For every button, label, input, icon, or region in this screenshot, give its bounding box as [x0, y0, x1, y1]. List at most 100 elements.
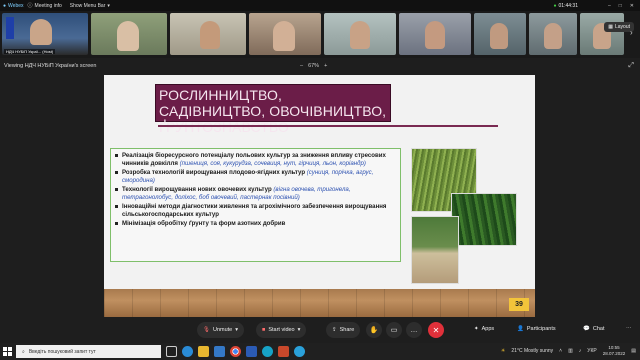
apps-button[interactable]: ✦ Apps [474, 326, 494, 332]
edge-icon[interactable] [182, 346, 193, 357]
bullet-item: Реалізація біоресурсного потенціалу поль… [115, 152, 396, 168]
participant-tile[interactable] [91, 13, 167, 55]
file-explorer-icon[interactable] [198, 346, 209, 357]
app-topbar: ● Webex ⓘ Meeting info Show Menu Bar ▾ ●… [0, 0, 640, 11]
weather-label[interactable]: 21°C Mostly sunny [511, 348, 553, 354]
share-button[interactable]: ⇪ Share [326, 322, 361, 338]
chat-icon: 💬 [583, 326, 590, 332]
window-controls: – □ ✕ [608, 3, 634, 9]
webex-window: ● Webex ⓘ Meeting info Show Menu Bar ▾ ●… [0, 0, 640, 360]
participant-tile[interactable] [399, 13, 471, 55]
flag-decoration [6, 17, 14, 39]
show-menu-bar-button[interactable]: Show Menu Bar ▾ [70, 3, 110, 9]
more-icon[interactable]: ⋯ [626, 326, 632, 332]
chevron-down-icon: ▾ [235, 327, 239, 333]
bullet-marker-icon [115, 170, 118, 174]
network-icon[interactable]: ▥ [568, 348, 573, 354]
windows-taskbar: ⌕ Введіть пошуковий запит тут ☀ 21°C Mos… [0, 343, 640, 360]
system-tray: ☀ 21°C Mostly sunny ˄ ▥ ♪ УКР 10:55 28.0… [501, 345, 636, 357]
sharing-bar: Viewing НДЧ НУБіП України's screen – 67%… [0, 58, 640, 74]
participant-video [273, 21, 295, 51]
taskbar-search-input[interactable]: ⌕ Введіть пошуковий запит тут [16, 345, 161, 358]
close-icon[interactable]: ✕ [630, 3, 634, 9]
bullet-item: Мінімізація обробітку ґрунту та форм азо… [115, 220, 396, 228]
participant-video [490, 23, 508, 49]
start-video-button[interactable]: ■ Start video ▾ [256, 322, 307, 338]
participant-video [30, 19, 52, 45]
chevron-down-icon: ▾ [297, 327, 301, 333]
slide-page-number: 39 [509, 298, 529, 311]
maximize-icon[interactable]: □ [619, 3, 622, 9]
participant-video [544, 23, 562, 49]
webex-logo[interactable]: ● Webex [3, 3, 24, 9]
meeting-info-button[interactable]: ⓘ Meeting info [27, 2, 62, 10]
apps-icon: ✦ [474, 326, 479, 332]
taskbar-clock[interactable]: 10:55 28.07.2022 [603, 345, 626, 357]
reactions-button[interactable]: ✋ [366, 322, 382, 338]
participant-tile[interactable]: НДЧ НУБіП Украї... (Host) [2, 13, 88, 55]
participant-video [350, 21, 370, 49]
chevron-down-icon: ▾ [107, 2, 110, 9]
root-vegetable-photo [411, 216, 459, 284]
store-icon[interactable] [214, 346, 225, 357]
participants-icon: 👤 [517, 326, 524, 332]
slide-floor-decoration [104, 289, 535, 317]
participant-tile[interactable] [580, 13, 624, 55]
task-view-icon[interactable] [166, 346, 177, 357]
chrome-icon[interactable] [230, 346, 241, 357]
participant-tile[interactable] [474, 13, 526, 55]
bullet-marker-icon [115, 154, 118, 157]
participant-tile[interactable] [529, 13, 577, 55]
viewing-label: Viewing НДЧ НУБіП України's screen [4, 63, 97, 69]
participants-button[interactable]: 👤 Participants [517, 326, 556, 332]
more-options-button[interactable]: … [406, 322, 422, 338]
windows-start-icon[interactable] [3, 347, 12, 356]
bullet-marker-icon [115, 221, 118, 225]
volume-icon[interactable]: ♪ [579, 348, 582, 354]
bullet-item: Розробка технологій вирощування плодово-… [115, 169, 396, 185]
captions-icon: ▭ [390, 327, 398, 334]
chevron-right-icon[interactable]: › [630, 28, 638, 40]
camera-off-icon: ■ [262, 327, 266, 333]
participant-video [117, 21, 139, 51]
captions-button[interactable]: ▭ [386, 322, 402, 338]
bullet-item: Технології вирощування нових овочевих ку… [115, 186, 396, 202]
meeting-timer: ● 01:44:31 [553, 2, 578, 9]
telegram-icon[interactable] [294, 346, 305, 357]
bullet-item: Інноваційні методи діагностики живлення … [115, 203, 396, 219]
more-icon: … [410, 326, 418, 334]
info-icon: ⓘ [27, 3, 33, 9]
zoom-control[interactable]: – 67% + [300, 63, 327, 69]
bean-plant-photo [451, 193, 517, 246]
unmute-button[interactable]: 🎙 Unmute ▾ [197, 322, 245, 338]
language-indicator[interactable]: УКР [587, 348, 596, 354]
participant-tile[interactable] [249, 13, 321, 55]
webex-icon: ● [3, 2, 7, 9]
fullscreen-icon[interactable]: ⤢ [628, 62, 634, 70]
word-icon[interactable] [246, 346, 257, 357]
participant-strip: НДЧ НУБіП Украї... (Host) ▦ Layout › [0, 11, 640, 58]
shared-slide: РОСЛИННИЦТВО, САДІВНИЦТВО, ОВОЧІВНИЦТВО,… [104, 75, 535, 317]
zoom-out-icon[interactable]: – [300, 63, 303, 69]
hand-icon: ✋ [369, 327, 379, 334]
title-underline [158, 125, 498, 127]
chat-button[interactable]: 💬 Chat [583, 326, 604, 332]
layout-icon: ▦ [608, 24, 613, 30]
powerpoint-icon[interactable] [278, 346, 289, 357]
record-dot-icon: ● [553, 2, 557, 9]
notification-icon[interactable]: ▤ [631, 348, 636, 354]
slide-content-box: Реалізація біоресурсного потенціалу поль… [110, 148, 401, 262]
webex-taskbar-icon[interactable] [262, 346, 273, 357]
participant-tile[interactable] [170, 13, 246, 55]
participant-video [200, 21, 220, 49]
bullet-marker-icon [115, 187, 118, 191]
minimize-icon[interactable]: – [608, 3, 611, 9]
leave-meeting-button[interactable]: ✕ [428, 322, 444, 338]
bullet-marker-icon [115, 204, 118, 208]
zoom-in-icon[interactable]: + [324, 63, 327, 69]
close-icon: ✕ [432, 325, 440, 335]
participant-tile[interactable] [324, 13, 396, 55]
meeting-controls: 🎙 Unmute ▾ ■ Start video ▾ ⇪ Share ✋ ▭ …… [0, 318, 640, 343]
microphone-muted-icon: 🎙 [203, 327, 210, 333]
chevron-up-icon[interactable]: ˄ [559, 348, 562, 354]
